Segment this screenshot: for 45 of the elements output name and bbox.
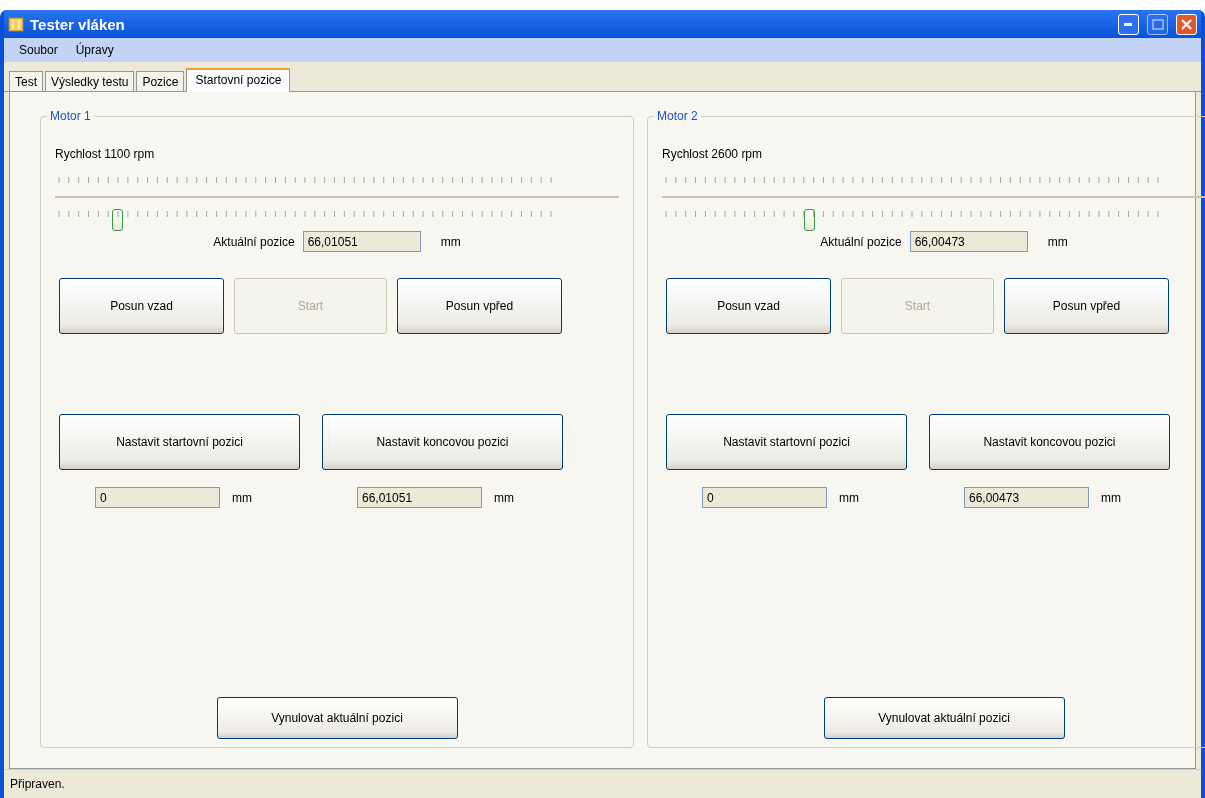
menu-item[interactable]: Soubor: [12, 43, 65, 57]
unit-label: mm: [1101, 490, 1121, 505]
position-field[interactable]: 0: [702, 487, 827, 508]
reset-button[interactable]: Vynulovat aktuální pozici: [823, 697, 1065, 739]
unit-label: mm: [232, 490, 252, 505]
set-position-button[interactable]: Nastavit koncovou pozici: [929, 414, 1170, 470]
tab[interactable]: Startovní pozice: [186, 68, 291, 92]
slider-thumb[interactable]: [112, 209, 124, 231]
position-label: Aktuální pozice: [213, 234, 295, 249]
set-position-button[interactable]: Nastavit koncovou pozici: [322, 414, 563, 470]
speed-label: Rychlost 2600 rpm: [662, 147, 764, 161]
position-field[interactable]: 0: [95, 487, 220, 508]
app-icon: [8, 16, 24, 32]
tab[interactable]: Výsledky testu: [45, 71, 135, 91]
position-label: Aktuální pozice: [820, 234, 902, 249]
motion-button[interactable]: Posun vzad: [59, 278, 224, 334]
set-position-button[interactable]: Nastavit startovní pozici: [59, 414, 300, 470]
tab[interactable]: Pozice: [136, 71, 185, 91]
status-bar: Připraven.: [4, 769, 1201, 798]
maximize-icon: [1151, 18, 1164, 30]
tab[interactable]: Test: [9, 71, 43, 91]
group-title: Motor 2: [654, 109, 701, 123]
maximize-button[interactable]: [1147, 13, 1168, 35]
minimize-button[interactable]: [1118, 13, 1139, 35]
position-field[interactable]: 66,00473: [909, 231, 1028, 252]
window-title: Tester vláken: [30, 15, 126, 33]
unit-label: mm: [1047, 234, 1068, 249]
motion-button[interactable]: Posun vpřed: [397, 278, 562, 334]
slider-thumb[interactable]: [803, 209, 815, 231]
close-button[interactable]: [1176, 13, 1197, 35]
position-field[interactable]: 66,00473: [964, 487, 1089, 508]
menu-item[interactable]: Úpravy: [68, 43, 121, 57]
position-field[interactable]: 66,01051: [302, 231, 421, 252]
position-field[interactable]: 66,01051: [357, 487, 482, 508]
speed-label: Rychlost 1100 rpm: [55, 147, 156, 161]
unit-label: mm: [839, 490, 859, 505]
motion-button[interactable]: Posun vzad: [666, 278, 831, 334]
unit-label: mm: [494, 490, 514, 505]
minimize-icon: [1124, 22, 1133, 26]
motion-button[interactable]: Posun vpřed: [1004, 278, 1169, 334]
group-title: Motor 1: [47, 109, 94, 123]
reset-button[interactable]: Vynulovat aktuální pozici: [216, 697, 458, 739]
set-position-button[interactable]: Nastavit startovní pozici: [666, 414, 907, 470]
close-icon: [1181, 18, 1192, 30]
unit-label: mm: [440, 234, 461, 249]
